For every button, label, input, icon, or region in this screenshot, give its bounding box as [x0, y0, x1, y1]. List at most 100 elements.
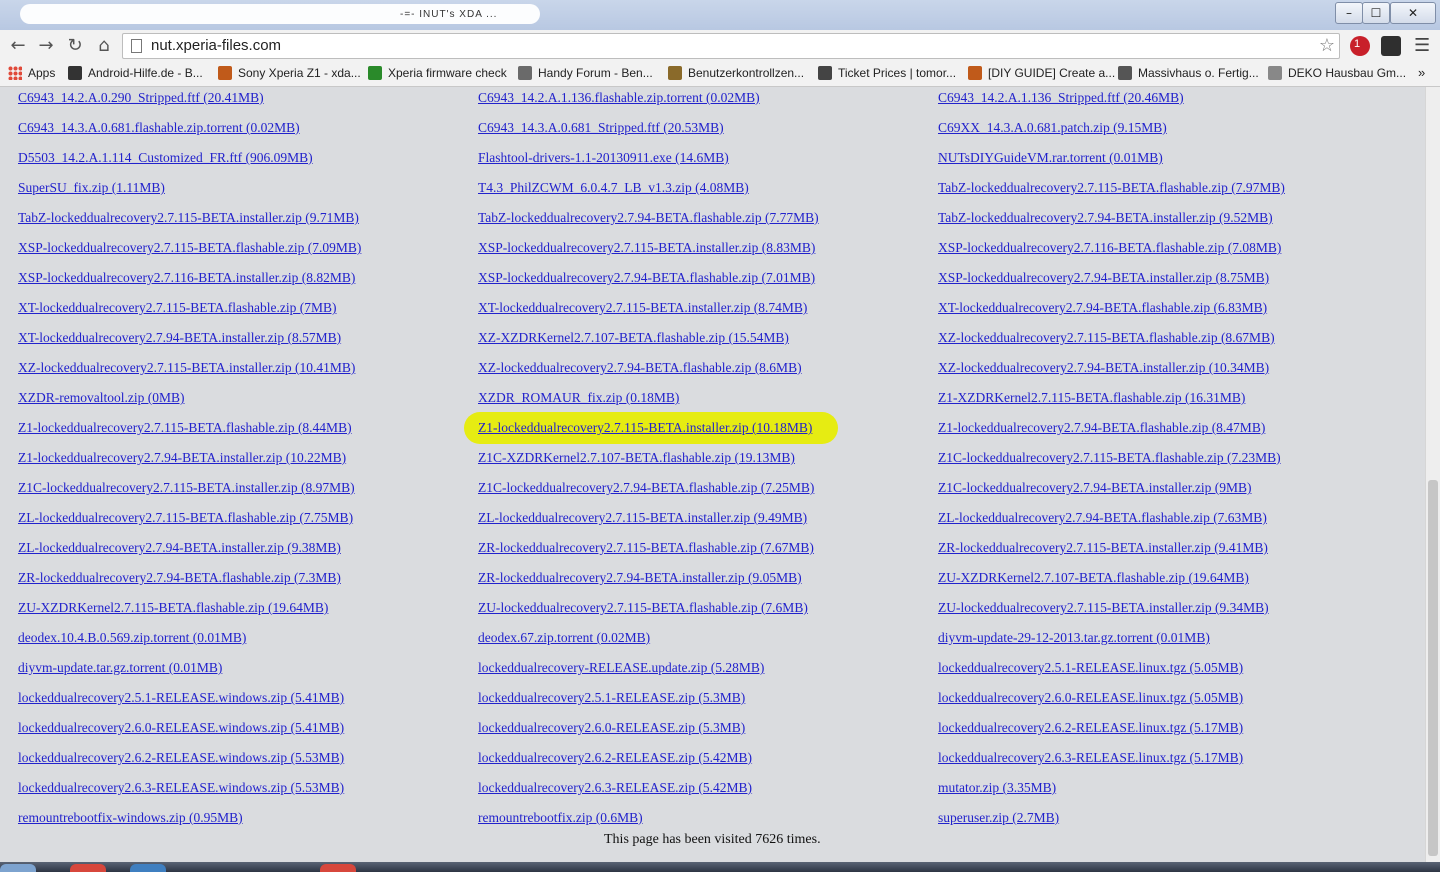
file-link[interactable]: Z1C-lockeddualrecovery2.7.94-BETA.flasha… [478, 477, 819, 507]
file-link[interactable]: Z1C-lockeddualrecovery2.7.94-BETA.instal… [938, 477, 1285, 507]
file-link[interactable]: ZR-lockeddualrecovery2.7.94-BETA.install… [478, 567, 819, 597]
file-link[interactable]: XSP-lockeddualrecovery2.7.116-BETA.insta… [18, 267, 361, 297]
file-link[interactable]: XSP-lockeddualrecovery2.7.116-BETA.flash… [938, 237, 1285, 267]
file-link[interactable]: XSP-lockeddualrecovery2.7.94-BETA.instal… [938, 267, 1285, 297]
file-link[interactable]: XSP-lockeddualrecovery2.7.94-BETA.flasha… [478, 267, 819, 297]
file-link[interactable]: ZR-lockeddualrecovery2.7.115-BETA.instal… [938, 537, 1285, 567]
file-link[interactable]: ZU-lockeddualrecovery2.7.115-BETA.flasha… [478, 597, 819, 627]
file-link[interactable]: C6943_14.2.A.0.290_Stripped.ftf (20.41MB… [18, 87, 361, 117]
file-link[interactable]: lockeddualrecovery2.6.2-RELEASE.zip (5.4… [478, 747, 819, 777]
file-link[interactable]: Z1-XZDRKernel2.7.115-BETA.flashable.zip … [938, 387, 1285, 417]
reload-icon[interactable]: ↻ [63, 34, 87, 58]
bookmark-item[interactable]: Xperia firmware check [368, 66, 507, 80]
address-bar[interactable]: nut.xperia-files.com ☆ [122, 33, 1340, 59]
file-link[interactable]: deodex.10.4.B.0.569.zip.torrent (0.01MB) [18, 627, 361, 657]
file-link[interactable]: TabZ-lockeddualrecovery2.7.115-BETA.inst… [18, 207, 361, 237]
file-link[interactable]: C6943_14.2.A.1.136.flashable.zip.torrent… [478, 87, 819, 117]
file-link[interactable]: XZ-XZDRKernel2.7.107-BETA.flashable.zip … [478, 327, 819, 357]
file-link[interactable]: NUTsDIYGuideVM.rar.torrent (0.01MB) [938, 147, 1285, 177]
close-button[interactable]: ✕ [1390, 2, 1436, 24]
bookmark-item[interactable]: [DIY GUIDE] Create a... [968, 66, 1115, 80]
taskbar-item[interactable] [130, 864, 166, 872]
file-link[interactable]: Z1-lockeddualrecovery2.7.94-BETA.flashab… [938, 417, 1285, 447]
file-link[interactable]: ZR-lockeddualrecovery2.7.115-BETA.flasha… [478, 537, 819, 567]
file-link[interactable]: XZ-lockeddualrecovery2.7.115-BETA.flasha… [938, 327, 1285, 357]
file-link[interactable]: ZL-lockeddualrecovery2.7.94-BETA.install… [18, 537, 361, 567]
file-link-highlighted[interactable]: Z1-lockeddualrecovery2.7.115-BETA.instal… [478, 417, 819, 447]
file-link[interactable]: Z1-lockeddualrecovery2.7.115-BETA.flasha… [18, 417, 361, 447]
bookmarks-overflow-icon[interactable]: » [1418, 65, 1425, 80]
file-link[interactable]: ZL-lockeddualrecovery2.7.115-BETA.instal… [478, 507, 819, 537]
file-link[interactable]: SuperSU_fix.zip (1.11MB) [18, 177, 361, 207]
file-link[interactable]: lockeddualrecovery2.6.0-RELEASE.linux.tg… [938, 687, 1285, 717]
back-icon[interactable]: ← [6, 34, 30, 58]
file-link[interactable]: T4.3_PhilZCWM_6.0.4.7_LB_v1.3.zip (4.08M… [478, 177, 819, 207]
file-link[interactable]: XSP-lockeddualrecovery2.7.115-BETA.flash… [18, 237, 361, 267]
bookmark-item[interactable]: Massivhaus o. Fertig... [1118, 66, 1259, 80]
file-link[interactable]: C69XX_14.3.A.0.681.patch.zip (9.15MB) [938, 117, 1285, 147]
taskbar-item[interactable] [70, 864, 106, 872]
bookmark-item[interactable]: Handy Forum - Ben... [518, 66, 653, 80]
file-link[interactable]: lockeddualrecovery-RELEASE.update.zip (5… [478, 657, 819, 687]
home-icon[interactable]: ⌂ [92, 34, 116, 58]
maximize-button[interactable]: ☐ [1362, 2, 1390, 24]
file-link[interactable]: C6943_14.3.A.0.681.flashable.zip.torrent… [18, 117, 361, 147]
minimize-button[interactable]: – [1335, 2, 1363, 24]
bookmark-apps[interactable]: Apps [8, 66, 55, 80]
adblock-extension-icon[interactable]: 1 [1350, 36, 1370, 56]
file-link[interactable]: XT-lockeddualrecovery2.7.94-BETA.install… [18, 327, 361, 357]
file-link[interactable]: TabZ-lockeddualrecovery2.7.115-BETA.flas… [938, 177, 1285, 207]
file-link[interactable]: mutator.zip (3.35MB) [938, 777, 1285, 807]
file-link[interactable]: ZR-lockeddualrecovery2.7.94-BETA.flashab… [18, 567, 361, 597]
file-link[interactable]: ZU-XZDRKernel2.7.115-BETA.flashable.zip … [18, 597, 361, 627]
bookmark-item[interactable]: DEKO Hausbau Gm... [1268, 66, 1406, 80]
file-link[interactable]: diyvm-update-29-12-2013.tar.gz.torrent (… [938, 627, 1285, 657]
file-link[interactable]: lockeddualrecovery2.6.0-RELEASE.windows.… [18, 717, 361, 747]
file-link[interactable]: ZU-lockeddualrecovery2.7.115-BETA.instal… [938, 597, 1285, 627]
extension-icon[interactable] [1381, 36, 1401, 56]
file-link[interactable]: XSP-lockeddualrecovery2.7.115-BETA.insta… [478, 237, 819, 267]
file-link[interactable]: D5503_14.2.A.1.114_Customized_FR.ftf (90… [18, 147, 361, 177]
bookmark-item[interactable]: Sony Xperia Z1 - xda... [218, 66, 361, 80]
bookmark-item[interactable]: Benutzerkontrollzen... [668, 66, 804, 80]
scrollbar-thumb[interactable] [1428, 480, 1438, 856]
file-link[interactable]: C6943_14.2.A.1.136_Stripped.ftf (20.46MB… [938, 87, 1285, 117]
file-link[interactable]: XZ-lockeddualrecovery2.7.94-BETA.install… [938, 357, 1285, 387]
bookmark-item[interactable]: Ticket Prices | tomor... [818, 66, 956, 80]
file-link[interactable]: deodex.67.zip.torrent (0.02MB) [478, 627, 819, 657]
file-link[interactable]: XZ-lockeddualrecovery2.7.115-BETA.instal… [18, 357, 361, 387]
file-link[interactable]: lockeddualrecovery2.6.0-RELEASE.zip (5.3… [478, 717, 819, 747]
start-button[interactable] [0, 864, 36, 872]
url-text[interactable]: nut.xperia-files.com [151, 37, 281, 54]
chrome-menu-icon[interactable]: ☰ [1414, 36, 1430, 56]
file-link[interactable]: TabZ-lockeddualrecovery2.7.94-BETA.insta… [938, 207, 1285, 237]
file-link[interactable]: lockeddualrecovery2.6.3-RELEASE.windows.… [18, 777, 361, 807]
file-link[interactable]: superuser.zip (2.7MB) [938, 807, 1285, 837]
file-link[interactable]: lockeddualrecovery2.6.2-RELEASE.linux.tg… [938, 717, 1285, 747]
file-link[interactable]: Z1C-lockeddualrecovery2.7.115-BETA.flash… [938, 447, 1285, 477]
file-link[interactable]: Z1C-lockeddualrecovery2.7.115-BETA.insta… [18, 477, 361, 507]
vertical-scrollbar[interactable] [1425, 87, 1440, 862]
file-link[interactable]: Z1-lockeddualrecovery2.7.94-BETA.install… [18, 447, 361, 477]
file-link[interactable]: diyvm-update.tar.gz.torrent (0.01MB) [18, 657, 361, 687]
file-link[interactable]: TabZ-lockeddualrecovery2.7.94-BETA.flash… [478, 207, 819, 237]
file-link[interactable]: Z1C-XZDRKernel2.7.107-BETA.flashable.zip… [478, 447, 819, 477]
taskbar-item[interactable] [320, 864, 356, 872]
file-link[interactable]: remountrebootfix-windows.zip (0.95MB) [18, 807, 361, 837]
file-link[interactable]: lockeddualrecovery2.6.3-RELEASE.zip (5.4… [478, 777, 819, 807]
file-link[interactable]: C6943_14.3.A.0.681_Stripped.ftf (20.53MB… [478, 117, 819, 147]
file-link[interactable]: lockeddualrecovery2.5.1-RELEASE.linux.tg… [938, 657, 1285, 687]
file-link[interactable]: XZ-lockeddualrecovery2.7.94-BETA.flashab… [478, 357, 819, 387]
file-link[interactable]: ZU-XZDRKernel2.7.107-BETA.flashable.zip … [938, 567, 1285, 597]
file-link[interactable]: XT-lockeddualrecovery2.7.115-BETA.instal… [478, 297, 819, 327]
file-link[interactable]: lockeddualrecovery2.6.2-RELEASE.windows.… [18, 747, 361, 777]
bookmark-item[interactable]: Android-Hilfe.de - B... [68, 66, 203, 80]
file-link[interactable]: lockeddualrecovery2.6.3-RELEASE.linux.tg… [938, 747, 1285, 777]
file-link[interactable]: ZL-lockeddualrecovery2.7.94-BETA.flashab… [938, 507, 1285, 537]
file-link[interactable]: lockeddualrecovery2.5.1-RELEASE.zip (5.3… [478, 687, 819, 717]
file-link[interactable]: XZDR_ROMAUR_fix.zip (0.18MB) [478, 387, 819, 417]
file-link[interactable]: Flashtool-drivers-1.1-20130911.exe (14.6… [478, 147, 819, 177]
file-link[interactable]: XT-lockeddualrecovery2.7.115-BETA.flasha… [18, 297, 361, 327]
file-link[interactable]: XT-lockeddualrecovery2.7.94-BETA.flashab… [938, 297, 1285, 327]
forward-icon[interactable]: → [34, 34, 58, 58]
